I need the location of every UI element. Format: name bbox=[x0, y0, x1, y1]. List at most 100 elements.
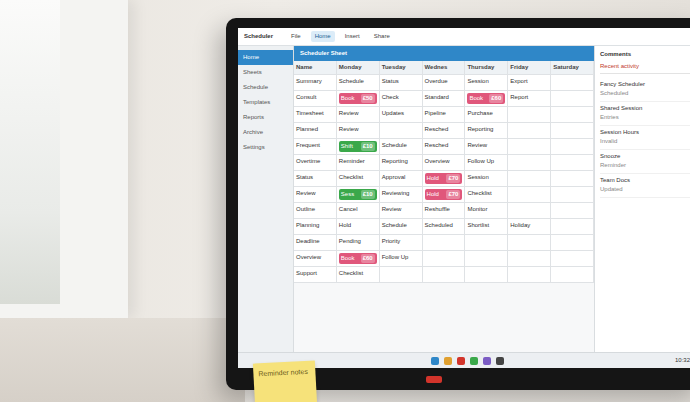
app-icon[interactable] bbox=[444, 357, 452, 365]
sheet-cell[interactable] bbox=[465, 251, 508, 267]
sheet-cell[interactable]: Checklist bbox=[337, 267, 380, 283]
sheet-cell[interactable] bbox=[465, 267, 508, 283]
booking-tag[interactable]: Hold£70 bbox=[425, 173, 463, 184]
sheet-cell[interactable]: Overview bbox=[294, 251, 337, 267]
sheet-cell[interactable]: Monitor bbox=[465, 203, 508, 219]
sheet-cell[interactable] bbox=[551, 139, 594, 155]
sidebar-item[interactable]: Home bbox=[238, 50, 293, 65]
sheet-cell[interactable] bbox=[551, 107, 594, 123]
sheet-cell[interactable] bbox=[508, 267, 551, 283]
column-header[interactable]: Wednes bbox=[423, 61, 466, 75]
sheet-cell[interactable]: Standard bbox=[423, 91, 466, 107]
booking-tag[interactable]: Book£60 bbox=[339, 253, 377, 264]
sheet-cell[interactable]: Overview bbox=[423, 155, 466, 171]
sheet-cell[interactable]: Purchase bbox=[465, 107, 508, 123]
sheet-cell[interactable] bbox=[508, 171, 551, 187]
sheet-cell[interactable]: Report bbox=[508, 91, 551, 107]
sheet-cell[interactable]: Status bbox=[294, 171, 337, 187]
sheet-cell[interactable]: Updates bbox=[380, 107, 423, 123]
sheet-cell[interactable] bbox=[551, 155, 594, 171]
sheet-cell[interactable] bbox=[380, 267, 423, 283]
app-icon[interactable] bbox=[457, 357, 465, 365]
sheet-cell[interactable]: Hold bbox=[337, 219, 380, 235]
comment-item[interactable]: Session HoursInvalid bbox=[600, 126, 690, 150]
sheet-cell[interactable]: Checklist bbox=[337, 171, 380, 187]
sheet-cell[interactable] bbox=[508, 235, 551, 251]
comment-item[interactable]: SnoozeReminder bbox=[600, 150, 690, 174]
booking-tag[interactable]: Book£60 bbox=[467, 93, 505, 104]
sheet-cell[interactable]: Pending bbox=[337, 235, 380, 251]
sidebar-item[interactable]: Sheets bbox=[238, 65, 293, 80]
sheet-cell[interactable] bbox=[551, 235, 594, 251]
sheet-cell[interactable] bbox=[423, 235, 466, 251]
sheet-cell[interactable]: Timesheet bbox=[294, 107, 337, 123]
sheet-cell[interactable] bbox=[508, 139, 551, 155]
sheet-cell[interactable]: Hold£70 bbox=[423, 171, 466, 187]
sheet-cell[interactable]: Planned bbox=[294, 123, 337, 139]
sidebar-item[interactable]: Archive bbox=[238, 125, 293, 140]
booking-tag[interactable]: Book£50 bbox=[339, 93, 377, 104]
sheet-cell[interactable]: Review bbox=[380, 203, 423, 219]
sheet-cell[interactable] bbox=[551, 171, 594, 187]
app-icon[interactable] bbox=[496, 357, 504, 365]
sheet-cell[interactable]: Resched bbox=[423, 139, 466, 155]
sheet-cell[interactable]: Priority bbox=[380, 235, 423, 251]
sheet-cell[interactable]: Deadline bbox=[294, 235, 337, 251]
sheet-cell[interactable] bbox=[380, 123, 423, 139]
app-icon[interactable] bbox=[470, 357, 478, 365]
sheet-cell[interactable]: Schedule bbox=[380, 219, 423, 235]
toolbar-tab[interactable]: Home bbox=[311, 31, 335, 42]
column-header[interactable]: Monday bbox=[337, 61, 380, 75]
toolbar-tab[interactable]: File bbox=[287, 31, 305, 42]
sheet-cell[interactable]: Pipeline bbox=[423, 107, 466, 123]
sidebar-item[interactable]: Schedule bbox=[238, 80, 293, 95]
sidebar-item[interactable]: Reports bbox=[238, 110, 293, 125]
sheet-cell[interactable] bbox=[423, 267, 466, 283]
sheet-cell[interactable] bbox=[508, 123, 551, 139]
sheet-cell[interactable] bbox=[508, 251, 551, 267]
comment-item[interactable]: Fancy SchedulerScheduled bbox=[600, 78, 690, 102]
app-icon[interactable] bbox=[431, 357, 439, 365]
column-header[interactable]: Saturday bbox=[551, 61, 594, 75]
sheet-cell[interactable] bbox=[551, 75, 594, 91]
sheet-cell[interactable]: Reminder bbox=[337, 155, 380, 171]
sheet-cell[interactable]: Hold£70 bbox=[423, 187, 466, 203]
sheet-cell[interactable]: Session bbox=[465, 75, 508, 91]
sheet-cell[interactable] bbox=[508, 187, 551, 203]
sheet-cell[interactable] bbox=[551, 267, 594, 283]
toolbar-tab[interactable]: Insert bbox=[341, 31, 364, 42]
booking-tag[interactable]: Sess£10 bbox=[339, 189, 377, 200]
sheet-cell[interactable] bbox=[551, 123, 594, 139]
sheet-cell[interactable]: Sess£10 bbox=[337, 187, 380, 203]
sheet-cell[interactable]: Consult bbox=[294, 91, 337, 107]
sheet-cell[interactable] bbox=[551, 187, 594, 203]
app-icon[interactable] bbox=[483, 357, 491, 365]
sheet-cell[interactable]: Scheduled bbox=[423, 219, 466, 235]
sheet-cell[interactable]: Follow Up bbox=[380, 251, 423, 267]
sheet-cell[interactable]: Review bbox=[337, 123, 380, 139]
sheet-cell[interactable]: Support bbox=[294, 267, 337, 283]
sheet-cell[interactable]: Reviewing bbox=[380, 187, 423, 203]
sidebar-item[interactable]: Settings bbox=[238, 140, 293, 155]
booking-tag[interactable]: Shift£10 bbox=[339, 141, 377, 152]
sheet-cell[interactable] bbox=[551, 203, 594, 219]
sheet-cell[interactable]: Reporting bbox=[465, 123, 508, 139]
sheet-cell[interactable]: Overdue bbox=[423, 75, 466, 91]
sheet-cell[interactable]: Checklist bbox=[465, 187, 508, 203]
sheet-cell[interactable]: Book£60 bbox=[465, 91, 508, 107]
sheet-cell[interactable]: Review bbox=[294, 187, 337, 203]
sheet-cell[interactable]: Resched bbox=[423, 123, 466, 139]
sheet-cell[interactable]: Schedule bbox=[337, 75, 380, 91]
sheet-cell[interactable]: Review bbox=[337, 107, 380, 123]
column-header[interactable]: Name bbox=[294, 61, 337, 75]
sheet-cell[interactable]: Session bbox=[465, 171, 508, 187]
sidebar-item[interactable]: Templates bbox=[238, 95, 293, 110]
sheet-cell[interactable] bbox=[508, 107, 551, 123]
sheet-cell[interactable]: Reporting bbox=[380, 155, 423, 171]
sheet-cell[interactable]: Holiday bbox=[508, 219, 551, 235]
sheet-cell[interactable]: Frequent bbox=[294, 139, 337, 155]
sheet-cell[interactable]: Book£50 bbox=[337, 91, 380, 107]
sheet-cell[interactable]: Check bbox=[380, 91, 423, 107]
sheet-cell[interactable]: Shift£10 bbox=[337, 139, 380, 155]
sheet-cell[interactable]: Shortlist bbox=[465, 219, 508, 235]
